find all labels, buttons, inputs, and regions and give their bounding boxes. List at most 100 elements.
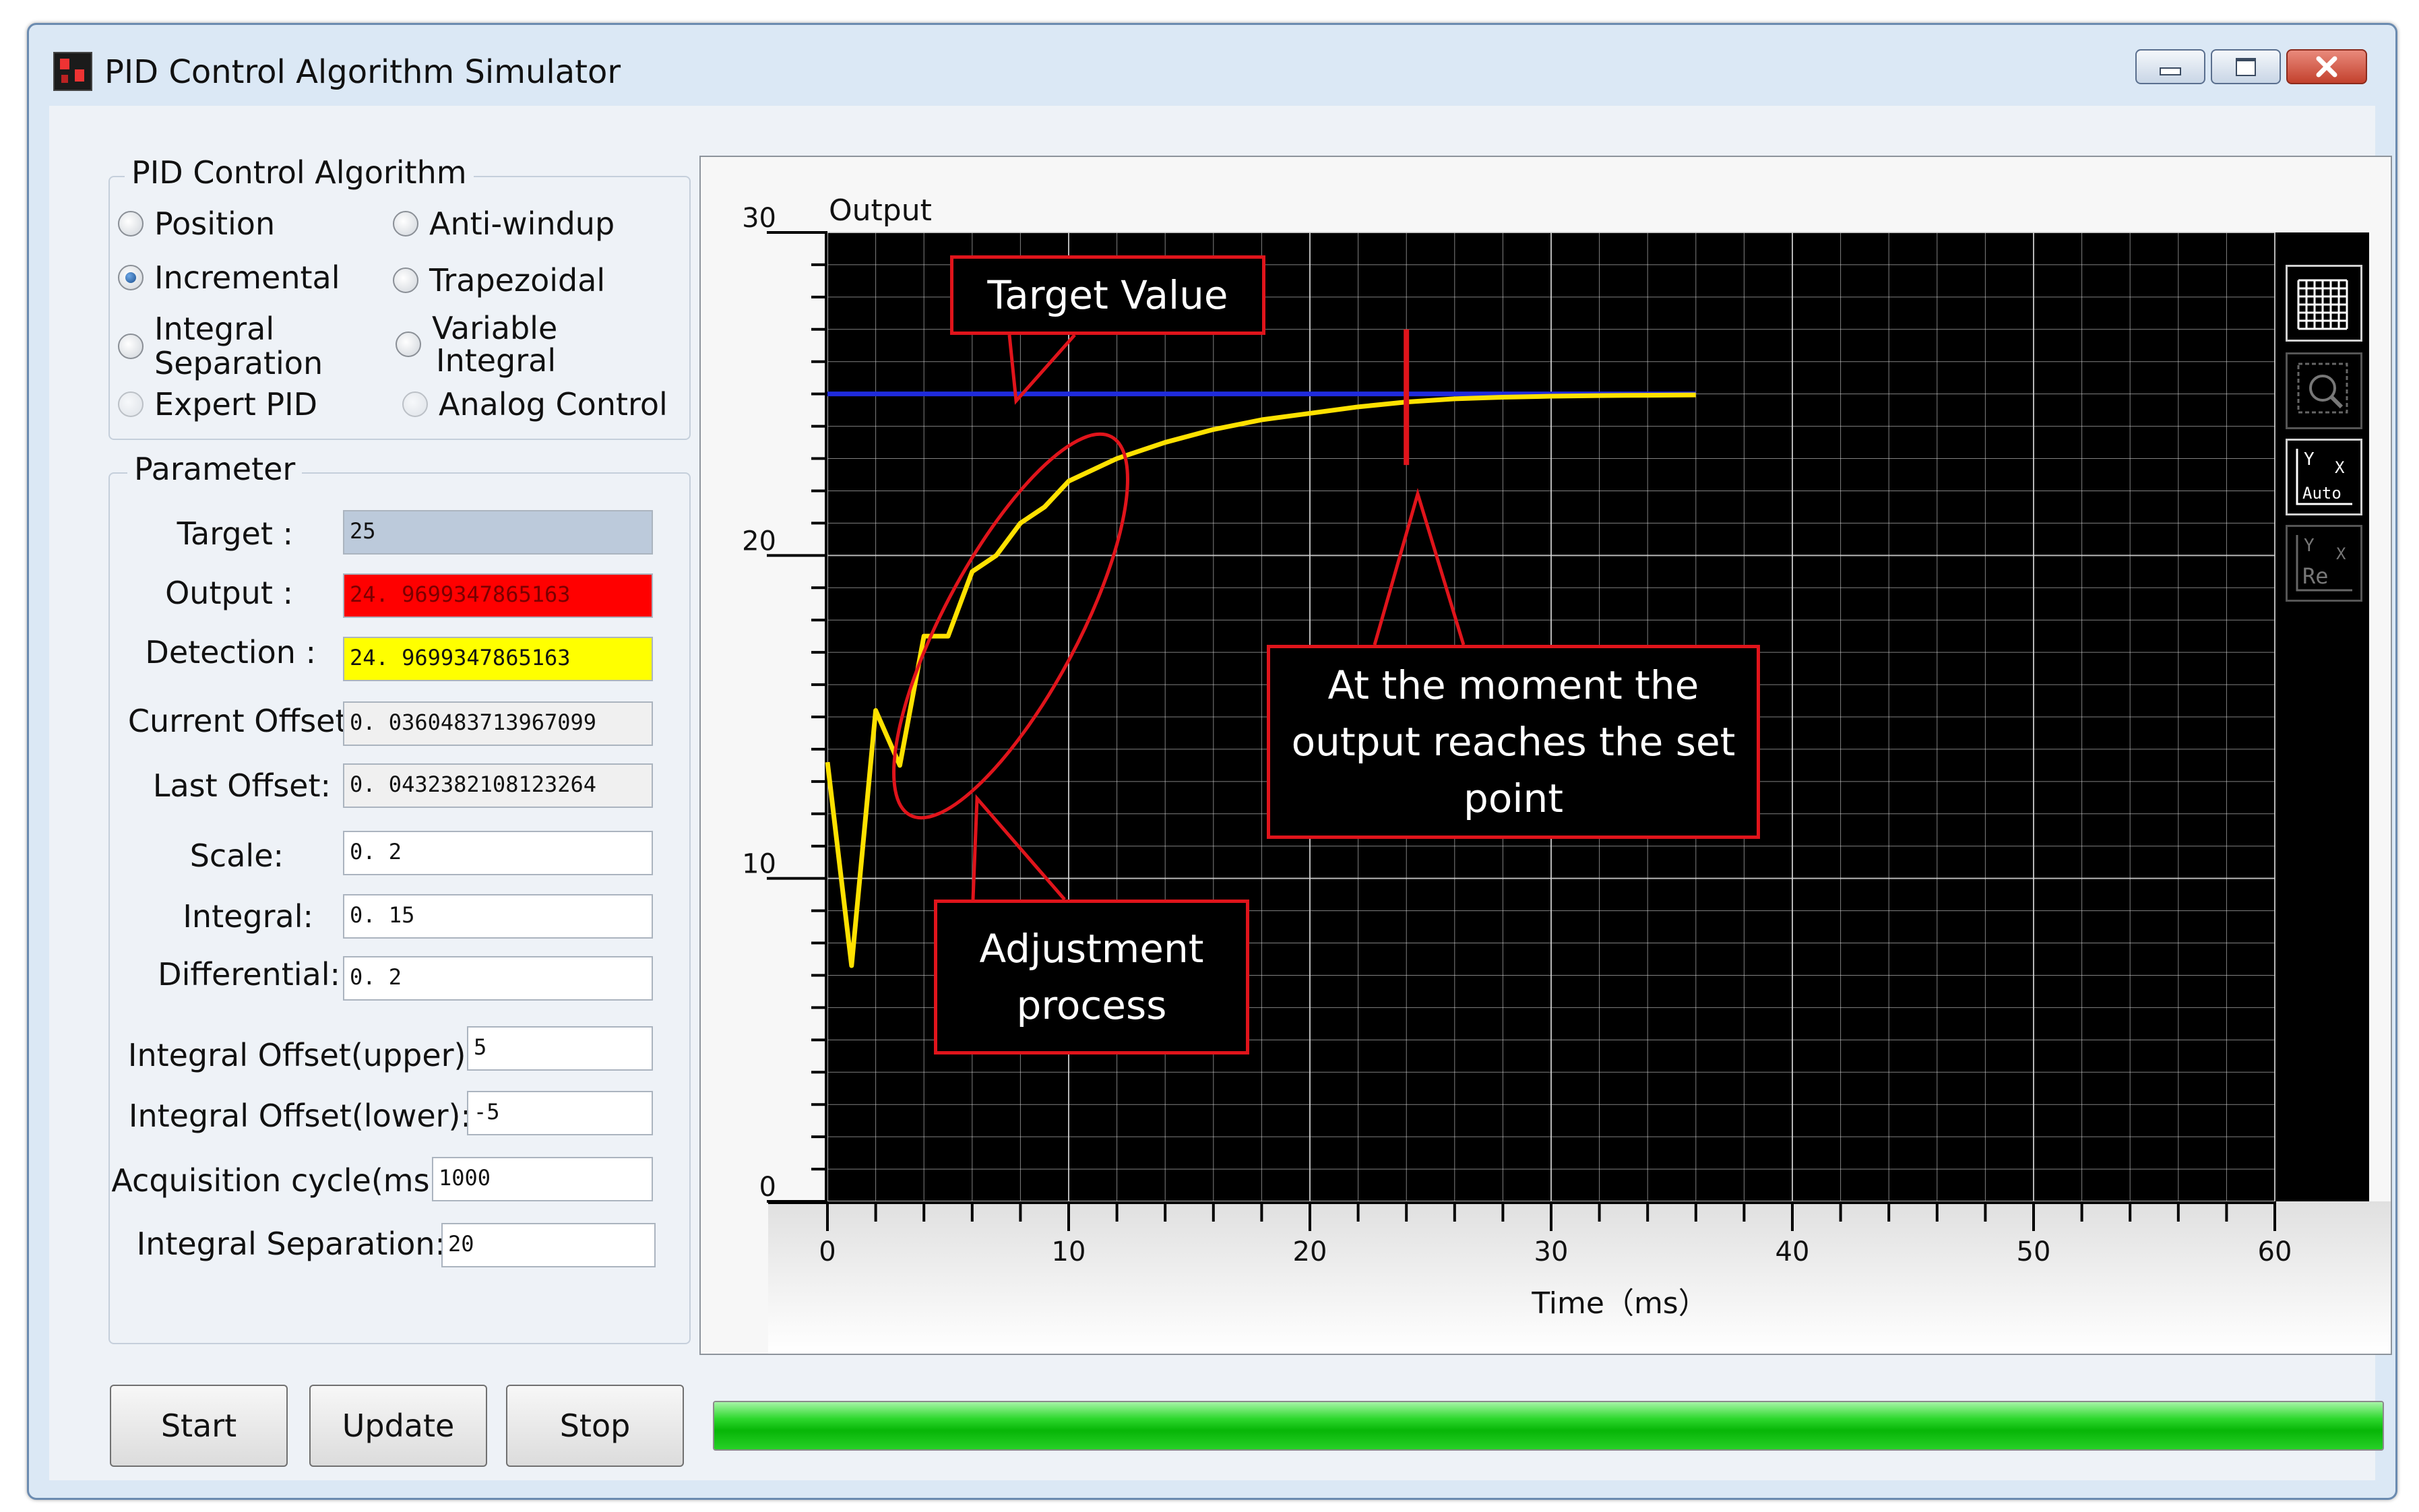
radio-incremental[interactable]: Incremental bbox=[118, 259, 340, 296]
grid-icon bbox=[2297, 279, 2348, 330]
detection-label: Detection : bbox=[145, 634, 316, 670]
algorithm-group-legend: PID Control Algorithm bbox=[125, 154, 474, 191]
y-auto-icon-label: Auto bbox=[2302, 484, 2342, 503]
y-auto-icon: Y X Auto bbox=[2296, 449, 2352, 505]
maximize-button[interactable] bbox=[2211, 49, 2281, 84]
minimize-icon bbox=[2160, 67, 2181, 75]
detection-field[interactable]: 24. 9699347865163 bbox=[343, 637, 653, 681]
integral-separation-field[interactable]: 20 bbox=[441, 1223, 656, 1267]
radio-label-line1: Variable bbox=[432, 310, 558, 346]
acquisition-cycle-field[interactable]: 1000 bbox=[432, 1157, 653, 1201]
y-auto-button[interactable]: Y X Auto bbox=[2286, 439, 2362, 515]
differential-label: Differential: bbox=[158, 956, 340, 993]
radio-position[interactable]: Position bbox=[118, 206, 275, 242]
radio-button[interactable] bbox=[396, 332, 421, 358]
integral-offset-upper-label: Integral Offset(upper): bbox=[127, 1037, 476, 1073]
chart-panel[interactable]: 0 10 20 30 0 10 20 30 40 50 60 Output Time（ms） Tar… bbox=[699, 156, 2392, 1355]
radio-anti-windup[interactable]: Anti-windup bbox=[393, 206, 615, 242]
scale-field[interactable]: 0. 2 bbox=[343, 831, 653, 875]
update-button[interactable]: Update bbox=[309, 1385, 487, 1467]
radio-button[interactable] bbox=[393, 211, 418, 237]
radio-label: Anti-windup bbox=[429, 206, 615, 242]
window-title: PID Control Algorithm Simulator bbox=[104, 53, 621, 91]
x-axis-band bbox=[768, 1201, 2391, 1354]
y-auto-icon-y: Y bbox=[2304, 449, 2315, 470]
radio-trapezoidal[interactable]: Trapezoidal bbox=[393, 262, 605, 298]
radio-button[interactable] bbox=[118, 333, 144, 359]
radio-button[interactable] bbox=[393, 267, 418, 293]
output-field[interactable]: 24. 9699347865163 bbox=[343, 573, 653, 618]
x-tick-label: 40 bbox=[1776, 1236, 1810, 1267]
output-label: Output : bbox=[165, 575, 293, 611]
start-button[interactable]: Start bbox=[110, 1385, 288, 1467]
set-point-annotation: At the moment the output reaches the set… bbox=[1267, 645, 1760, 839]
radio-button-disabled[interactable] bbox=[118, 391, 144, 417]
y-axis-label: Output bbox=[829, 193, 932, 228]
radio-label: Position bbox=[154, 206, 276, 242]
y-reset-button[interactable]: Y X Re bbox=[2286, 525, 2362, 602]
x-tick-label: 50 bbox=[2017, 1236, 2051, 1267]
radio-button-checked[interactable] bbox=[118, 265, 144, 290]
integral-field[interactable]: 0. 15 bbox=[343, 894, 653, 939]
minimize-button[interactable] bbox=[2135, 49, 2205, 84]
close-icon bbox=[2316, 56, 2337, 77]
integral-offset-lower-label: Integral Offset(lower): bbox=[128, 1098, 471, 1134]
y-tick-label: 20 bbox=[742, 526, 776, 557]
radio-label: Incremental bbox=[154, 259, 340, 296]
y-tick-label: 30 bbox=[742, 203, 776, 234]
target-label: Target : bbox=[177, 515, 293, 552]
y-tick-label: 10 bbox=[742, 849, 776, 880]
integral-offset-upper-field[interactable]: 5 bbox=[467, 1026, 653, 1071]
zoom-button[interactable] bbox=[2286, 352, 2362, 429]
last-offset-label: Last Offset: bbox=[152, 767, 331, 804]
radio-label-line2: Separation bbox=[154, 344, 323, 381]
parameter-group-legend: Parameter bbox=[127, 451, 303, 487]
x-tick-label: 10 bbox=[1052, 1236, 1086, 1267]
differential-field[interactable]: 0. 2 bbox=[343, 956, 653, 1001]
zoom-icon bbox=[2297, 363, 2348, 414]
y-auto-icon-x: X bbox=[2335, 458, 2345, 477]
restore-icon bbox=[2236, 57, 2256, 76]
radio-label: Analog Control bbox=[439, 386, 668, 422]
adjustment-process-annotation: Adjustment process bbox=[934, 900, 1249, 1054]
x-tick-label: 20 bbox=[1293, 1236, 1327, 1267]
y-reset-icon: Y X Re bbox=[2296, 535, 2352, 592]
client-area: PID Control Algorithm Position Anti-wind… bbox=[49, 106, 2392, 1480]
grid-toggle-button[interactable] bbox=[2286, 265, 2362, 342]
current-offset-field[interactable]: 0. 0360483713967099 bbox=[343, 701, 653, 746]
y-reset-icon-y: Y bbox=[2304, 536, 2315, 556]
current-offset-label: Current Offset: bbox=[127, 703, 358, 739]
last-offset-field[interactable]: 0. 0432382108123264 bbox=[343, 763, 653, 808]
radio-analog-control[interactable]: Analog Control bbox=[402, 386, 668, 422]
title-bar[interactable]: PID Control Algorithm Simulator bbox=[29, 25, 2395, 106]
target-value-annotation: Target Value bbox=[950, 255, 1265, 335]
x-tick-label: 60 bbox=[2258, 1236, 2292, 1267]
radio-label-line2: Integral bbox=[436, 342, 557, 379]
x-tick-label: 30 bbox=[1534, 1236, 1569, 1267]
radio-label: Expert PID bbox=[154, 386, 318, 422]
radio-integral-separation[interactable]: Integral Separation bbox=[118, 312, 323, 380]
radio-label-line1: Integral bbox=[154, 311, 275, 347]
target-field[interactable]: 25 bbox=[343, 510, 653, 555]
y-reset-icon-label: Re bbox=[2302, 563, 2329, 589]
app-icon bbox=[53, 52, 92, 91]
app-window: PID Control Algorithm Simulator PID Cont… bbox=[27, 23, 2397, 1500]
acquisition-cycle-label: Acquisition cycle(ms): bbox=[111, 1162, 452, 1199]
integral-offset-lower-field[interactable]: -5 bbox=[467, 1091, 653, 1135]
radio-label: Trapezoidal bbox=[429, 262, 606, 298]
progress-bar bbox=[713, 1401, 2384, 1451]
x-axis-label: Time（ms） bbox=[1531, 1286, 1707, 1321]
y-tick-label: 0 bbox=[759, 1172, 776, 1203]
radio-variable-integral[interactable]: Variable Integral bbox=[396, 312, 557, 377]
scale-label: Scale: bbox=[189, 838, 284, 874]
close-button[interactable] bbox=[2286, 49, 2367, 84]
progress-fill bbox=[714, 1402, 2383, 1449]
radio-button-disabled[interactable] bbox=[402, 391, 428, 417]
radio-expert-pid[interactable]: Expert PID bbox=[118, 386, 317, 422]
radio-button[interactable] bbox=[118, 211, 144, 237]
integral-label: Integral: bbox=[183, 898, 313, 935]
y-reset-icon-x: X bbox=[2336, 544, 2346, 563]
stop-button[interactable]: Stop bbox=[506, 1385, 684, 1467]
x-tick-label: 0 bbox=[819, 1236, 836, 1267]
integral-separation-label: Integral Separation: bbox=[136, 1226, 445, 1262]
